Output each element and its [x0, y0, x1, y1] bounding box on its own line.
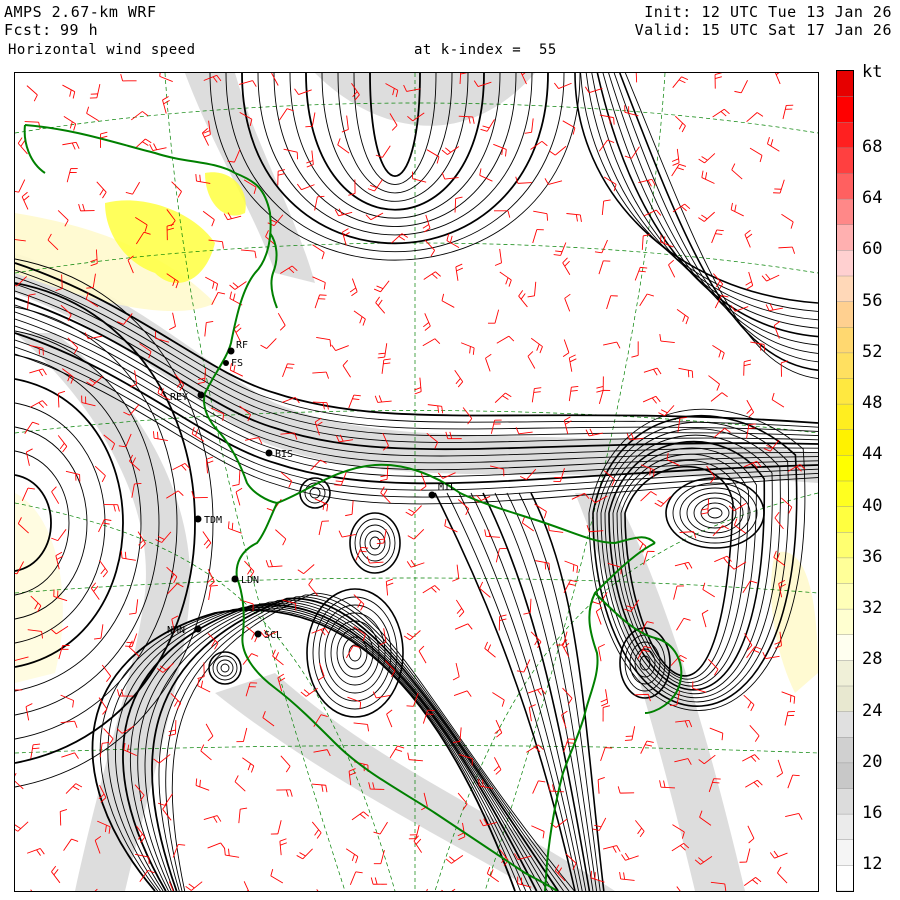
map-panel: RF FS REY BIS MIL TDM LDN NHN SCL [14, 72, 819, 892]
colorbar-band [837, 557, 853, 584]
colorbar-band [837, 199, 853, 225]
colorbar-band [837, 660, 853, 686]
init-time: Init: 12 UTC Tue 13 Jan 26 [644, 3, 892, 21]
level-label: at k-index = 55 [414, 42, 557, 58]
colorbar-band [837, 404, 853, 430]
colorbar-band [837, 301, 853, 328]
colorbar [836, 70, 854, 892]
colorbar-unit: kt [862, 62, 883, 82]
colorbar-band [837, 327, 853, 353]
colorbar-band [837, 481, 853, 507]
colorbar-band [837, 609, 853, 635]
colorbar-tick-label: 48 [862, 393, 883, 414]
wind-map: RF FS REY BIS MIL TDM LDN NHN SCL [15, 73, 818, 891]
colorbar-band [837, 173, 853, 200]
forecast-label: Fcst: [4, 21, 52, 39]
colorbar-tick-label: 32 [862, 598, 883, 619]
station-scl: SCL [254, 630, 282, 641]
colorbar-band [837, 762, 853, 789]
station-bis: BIS [265, 449, 293, 460]
colorbar-tick-label: 16 [862, 803, 883, 824]
colorbar-band [837, 839, 853, 866]
station-ldn: LDN [231, 575, 259, 586]
field-name: Horizontal wind speed [8, 42, 196, 58]
colorbar-band [837, 352, 853, 379]
station-label-tdm: TDM [204, 515, 222, 526]
colorbar-band [837, 583, 853, 610]
colorbar-band [837, 378, 853, 405]
colorbar-tick-label: 12 [862, 854, 883, 875]
colorbar-band [837, 814, 853, 840]
colorbar-tick-label: 56 [862, 290, 883, 311]
valid-time: Valid: 15 UTC Sat 17 Jan 26 [634, 21, 892, 39]
station-label-nhn: NHN [167, 625, 185, 636]
colorbar-swatches [837, 71, 853, 892]
colorbar-tick-label: 24 [862, 700, 883, 721]
colorbar-band [837, 865, 853, 891]
colorbar-band [837, 634, 853, 661]
colorbar-tick-label: 40 [862, 495, 883, 516]
colorbar-band [837, 686, 853, 712]
station-nhn: NHN [167, 625, 202, 636]
colorbar-tick-label: 52 [862, 341, 883, 362]
station-label-ldn: LDN [241, 575, 259, 586]
colorbar-tick-label: 64 [862, 188, 883, 209]
station-fs: FS [223, 358, 243, 369]
colorbar-band [837, 250, 853, 276]
colorbar-band [837, 711, 853, 738]
colorbar-band [837, 147, 853, 174]
colorbar-band [837, 429, 853, 456]
wind-speed-shading [15, 73, 818, 891]
station-tdm: TDM [194, 515, 222, 526]
model-title: AMPS 2.67-km WRF [4, 3, 157, 21]
forecast-hour: 99 h [60, 21, 99, 39]
colorbar-band [837, 506, 853, 533]
station-rey: REY [170, 391, 205, 403]
station-label-bis: BIS [275, 449, 293, 460]
colorbar-band [837, 224, 853, 251]
colorbar-tick-label: 68 [862, 136, 883, 157]
station-label-mil: MIL [438, 482, 456, 493]
colorbar-tick-label: 44 [862, 444, 883, 465]
colorbar-band [837, 122, 853, 148]
colorbar-band [837, 455, 853, 481]
colorbar-tick-label: 36 [862, 546, 883, 567]
colorbar-band [837, 788, 853, 815]
colorbar-tick-label: 28 [862, 649, 883, 670]
station-label-fs: FS [231, 358, 243, 369]
colorbar-band [837, 71, 853, 97]
station-label-scl: SCL [264, 630, 282, 641]
station-label-rf: RF [236, 340, 248, 351]
colorbar-band [837, 96, 853, 123]
colorbar-band [837, 737, 853, 763]
colorbar-band [837, 532, 853, 558]
colorbar-band [837, 276, 853, 302]
station-label-rey: REY [170, 392, 188, 403]
colorbar-tick-label: 60 [862, 239, 883, 260]
colorbar-tick-label: 20 [862, 751, 883, 772]
